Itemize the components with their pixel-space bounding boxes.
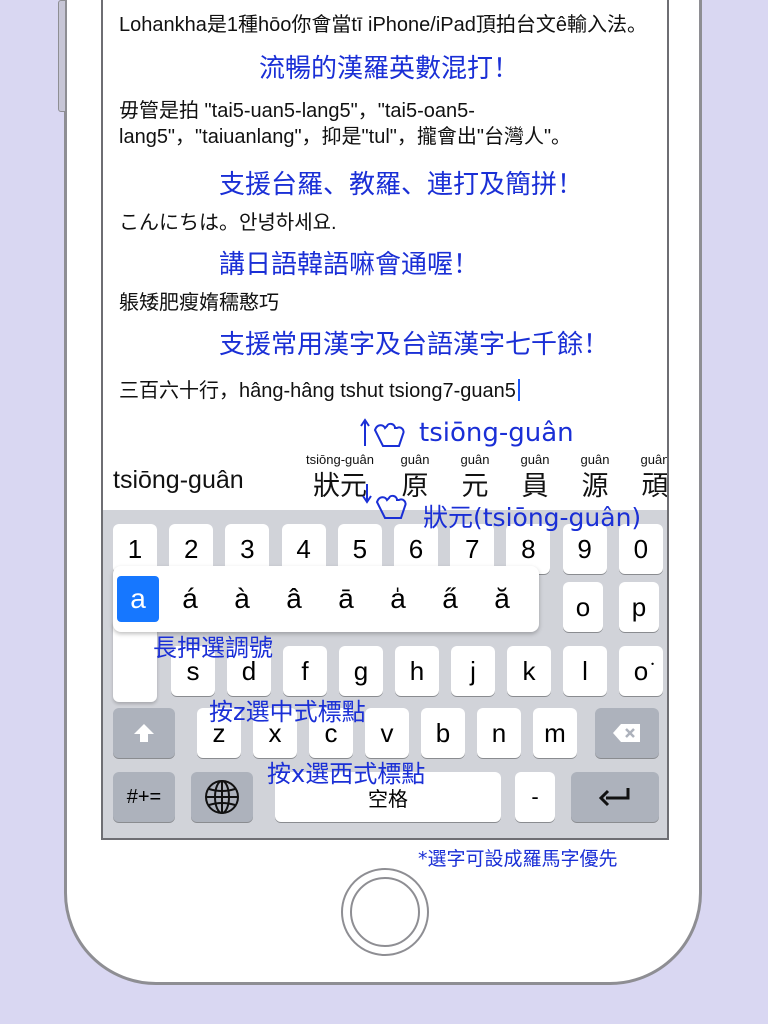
tone-mark-popup: a á à â ā a̍ a̋ ă	[113, 566, 539, 632]
typed-text: 三百六十行，hâng-hâng tshut tsiong7-guan5	[119, 380, 516, 402]
long-press-annotation: 長押選調號	[153, 634, 273, 662]
backspace-key[interactable]	[595, 708, 659, 758]
candidate-item[interactable]: guân 源	[563, 452, 627, 504]
shift-icon	[134, 724, 154, 742]
symbols-key[interactable]: #+=	[113, 772, 175, 822]
key-o-dot[interactable]: o͘	[619, 646, 663, 696]
tone-option[interactable]: à	[221, 576, 263, 622]
hyphen-key[interactable]: -	[515, 772, 555, 822]
key-f[interactable]: f	[283, 646, 327, 696]
candidate-composition[interactable]: tsiōng-guân	[113, 466, 244, 495]
key-h[interactable]: h	[395, 646, 439, 696]
tone-option[interactable]: a̍	[377, 576, 419, 622]
globe-key[interactable]	[191, 772, 253, 822]
screen: Lohankha是1種hōo你會當tī iPhone/iPad頂拍台文ê輸入法。…	[101, 0, 669, 840]
key-g[interactable]: g	[339, 646, 383, 696]
key-k[interactable]: k	[507, 646, 551, 696]
tone-option[interactable]: ă	[481, 576, 523, 622]
side-button	[58, 0, 66, 112]
tone-option[interactable]: á	[169, 576, 211, 622]
footnote: *選字可設成羅馬字優先	[418, 848, 618, 870]
backspace-icon	[613, 724, 640, 742]
caption-hanji-support: 支援常用漢字及台語漢字七千餘！	[219, 330, 610, 360]
swipe-up-hand-icon	[359, 416, 413, 452]
key-n[interactable]: n	[477, 708, 521, 758]
z-key-annotation: 按z選中式標點	[209, 698, 366, 726]
key-o[interactable]: o	[563, 582, 603, 632]
caption-jp-kr-support: 講日語韓語嘛會通喔！	[219, 250, 480, 280]
tap-candidate-annotation: 狀元(tsiōng-guân)	[423, 503, 642, 532]
popup-stem	[113, 622, 157, 702]
key-j[interactable]: j	[451, 646, 495, 696]
tap-hand-icon	[361, 482, 419, 524]
intro-text: Lohankha是1種hōo你會當tī iPhone/iPad頂拍台文ê輸入法。	[119, 14, 648, 36]
key-m[interactable]: m	[533, 708, 577, 758]
shift-key[interactable]	[113, 708, 175, 758]
tone-option[interactable]: a̋	[429, 576, 471, 622]
candidate-item[interactable]: guân 元	[443, 452, 507, 504]
tone-option-selected[interactable]: a	[117, 576, 159, 622]
example-text-romanization: 毋管是拍 "tai5-uan5-lang5"，"tai5-oan5-lang5"…	[119, 100, 572, 148]
caption-romanization-support: 支援台羅、教羅、連打及簡拼！	[219, 170, 584, 200]
example-text-jp-kr: こんにちは。안녕하세요.	[119, 212, 337, 234]
caption-mixed-input: 流暢的漢羅英數混打！	[259, 54, 520, 84]
text-input-line[interactable]: 三百六十行，hâng-hâng tshut tsiong7-guan5	[119, 378, 659, 404]
key-l[interactable]: l	[563, 646, 607, 696]
tone-option[interactable]: â	[273, 576, 315, 622]
return-icon	[598, 788, 630, 807]
text-cursor	[517, 379, 520, 401]
home-button[interactable]	[341, 868, 429, 956]
home-button-ring	[350, 877, 420, 947]
key-b[interactable]: b	[421, 708, 465, 758]
x-key-annotation: 按x選西式標點	[267, 760, 426, 788]
swipe-up-annotation: tsiōng-guân	[419, 418, 574, 448]
candidate-item[interactable]: guân 頑	[623, 452, 667, 504]
key-v[interactable]: v	[365, 708, 409, 758]
tone-option[interactable]: ā	[325, 576, 367, 622]
keyboard: 1234567890 o p s d f g h j k l o͘ zxcvbnm #+= 空格…	[103, 510, 667, 838]
example-text-hanji: 躼矮肥瘦媠穤憨巧	[119, 292, 279, 314]
return-key[interactable]	[571, 772, 659, 822]
key-p[interactable]: p	[619, 582, 659, 632]
candidate-item[interactable]: guân 員	[503, 452, 567, 504]
globe-icon	[205, 780, 239, 814]
